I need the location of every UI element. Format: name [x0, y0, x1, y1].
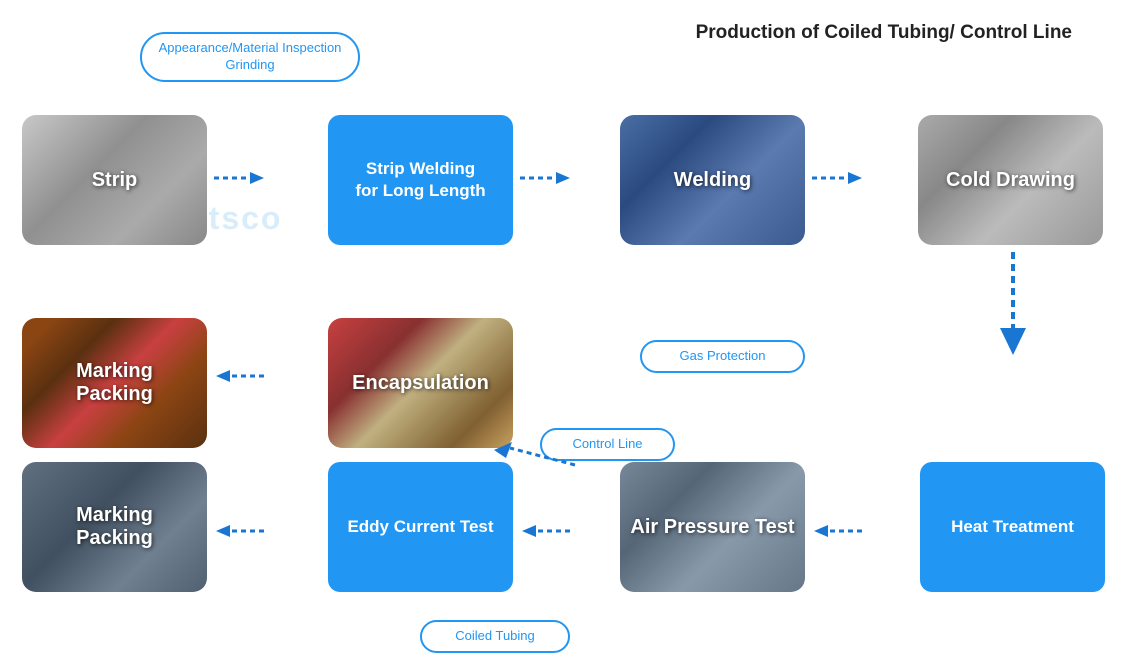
heat-treatment-label: Heat Treatment	[951, 516, 1074, 538]
heat-treatment-box: Heat Treatment	[920, 462, 1105, 592]
strip-box: Strip	[22, 115, 207, 245]
welding-label: Welding	[620, 115, 805, 245]
page-title: Production of Coiled Tubing/ Control Lin…	[696, 22, 1072, 44]
eddy-current-label: Eddy Current Test	[347, 516, 493, 538]
arrow-stripweld-to-weld	[518, 167, 573, 189]
marking-packing-top-box: Marking Packing	[22, 318, 207, 448]
marking-packing-bottom-box: Marking Packing	[22, 462, 207, 592]
encapsulation-label: Encapsulation	[328, 318, 513, 448]
strip-label: Strip	[22, 115, 207, 245]
page-container: Production of Coiled Tubing/ Control Lin…	[0, 0, 1132, 664]
air-pressure-box: Air Pressure Test	[620, 462, 805, 592]
eddy-current-box: Eddy Current Test	[328, 462, 513, 592]
oval-control-label: Control Line	[572, 436, 642, 451]
arrow-cold-down	[998, 250, 1028, 360]
oval-gas-label: Gas Protection	[680, 348, 766, 363]
oval-coiled-label: Coiled Tubing	[455, 628, 535, 643]
air-pressure-label: Air Pressure Test	[620, 462, 805, 592]
encapsulation-box: Encapsulation	[328, 318, 513, 448]
arrow-weld-to-cold	[810, 167, 865, 189]
marking-packing-bottom-label: Marking Packing	[22, 462, 207, 592]
cold-drawing-label: Cold Drawing	[918, 115, 1103, 245]
strip-welding-box: Strip Welding for Long Length	[328, 115, 513, 245]
arrow-eddy-to-marking-bottom	[212, 520, 267, 542]
oval-gas: Gas Protection	[640, 340, 805, 373]
cold-drawing-box: Cold Drawing	[918, 115, 1103, 245]
oval-coiled: Coiled Tubing	[420, 620, 570, 653]
oval-appearance-label: Appearance/Material Inspection Grinding	[159, 40, 342, 72]
arrow-heat-to-air	[810, 520, 865, 542]
marking-packing-top-label: Marking Packing	[22, 318, 207, 448]
welding-box: Welding	[620, 115, 805, 245]
oval-appearance: Appearance/Material Inspection Grinding	[140, 32, 360, 82]
arrow-strip-to-welding	[212, 167, 267, 189]
strip-welding-label: Strip Welding for Long Length	[355, 158, 485, 202]
arrow-air-to-eddy	[518, 520, 573, 542]
arrow-encap-to-marking	[212, 365, 267, 387]
